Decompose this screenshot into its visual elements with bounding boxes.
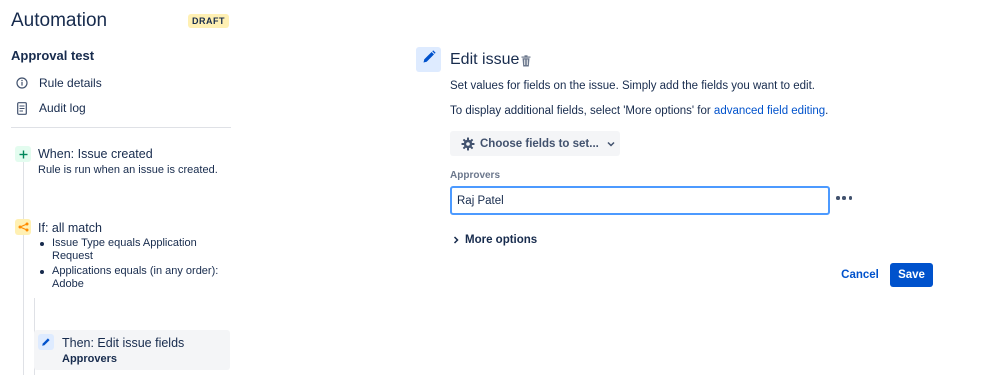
more-options-label: More options [465,234,538,246]
branch-icon [15,219,31,235]
nav-item-audit-log[interactable]: Audit log [14,98,86,118]
info-icon [14,75,30,91]
edit-issue-icon-box [416,47,441,72]
trash-icon[interactable] [521,54,533,67]
rule-name: Approval test [11,48,95,63]
editor-description-suffix: . [825,105,829,117]
editor-title: Edit issue [450,51,520,68]
choose-fields-label: Choose fields to set... [480,137,599,150]
choose-fields-button[interactable]: Choose fields to set... [450,131,620,156]
editor-description-advanced: To display additional fields, select 'Mo… [450,105,828,117]
more-options-toggle[interactable]: More options [453,232,537,248]
condition-item: Issue Type equals Application Request [38,237,228,263]
pencil-icon [422,50,436,69]
more-actions-icon[interactable] [836,188,852,208]
divider [11,127,231,128]
advanced-field-editing-link[interactable]: advanced field editing [714,105,825,117]
pencil-icon [38,334,54,350]
approvers-input[interactable] [450,186,830,215]
app-title: Automation [11,10,108,31]
save-button[interactable]: Save [890,263,933,287]
condition-item: Applications equals (in any order): Adob… [38,265,228,291]
condition-list: Issue Type equals Application Request Ap… [38,237,228,293]
trigger-step-title[interactable]: When: Issue created [38,147,153,161]
action-step-card[interactable]: Then: Edit issue fields Approvers [34,330,230,370]
nav-item-rule-details[interactable]: Rule details [14,73,102,93]
approvers-field-label: Approvers [450,170,501,181]
chevron-right-icon [453,236,459,244]
nav-item-label: Rule details [39,76,102,90]
cancel-button[interactable]: Cancel [836,263,884,287]
editor-description-text: To display additional fields, select 'Mo… [450,105,714,117]
gear-icon [461,137,475,151]
status-badge: DRAFT [188,14,229,28]
action-step-title: Then: Edit issue fields [62,336,185,350]
editor-description: Set values for fields on the issue. Simp… [450,80,816,92]
condition-step-title[interactable]: If: all match [38,221,102,235]
document-icon [14,100,30,116]
chevron-down-icon [607,141,615,147]
timeline-line [23,160,24,375]
action-step-subtitle: Approvers [62,353,118,365]
plus-icon [15,146,31,162]
nav-item-label: Audit log [39,101,86,115]
trigger-step-description: Rule is run when an issue is created. [38,164,218,176]
